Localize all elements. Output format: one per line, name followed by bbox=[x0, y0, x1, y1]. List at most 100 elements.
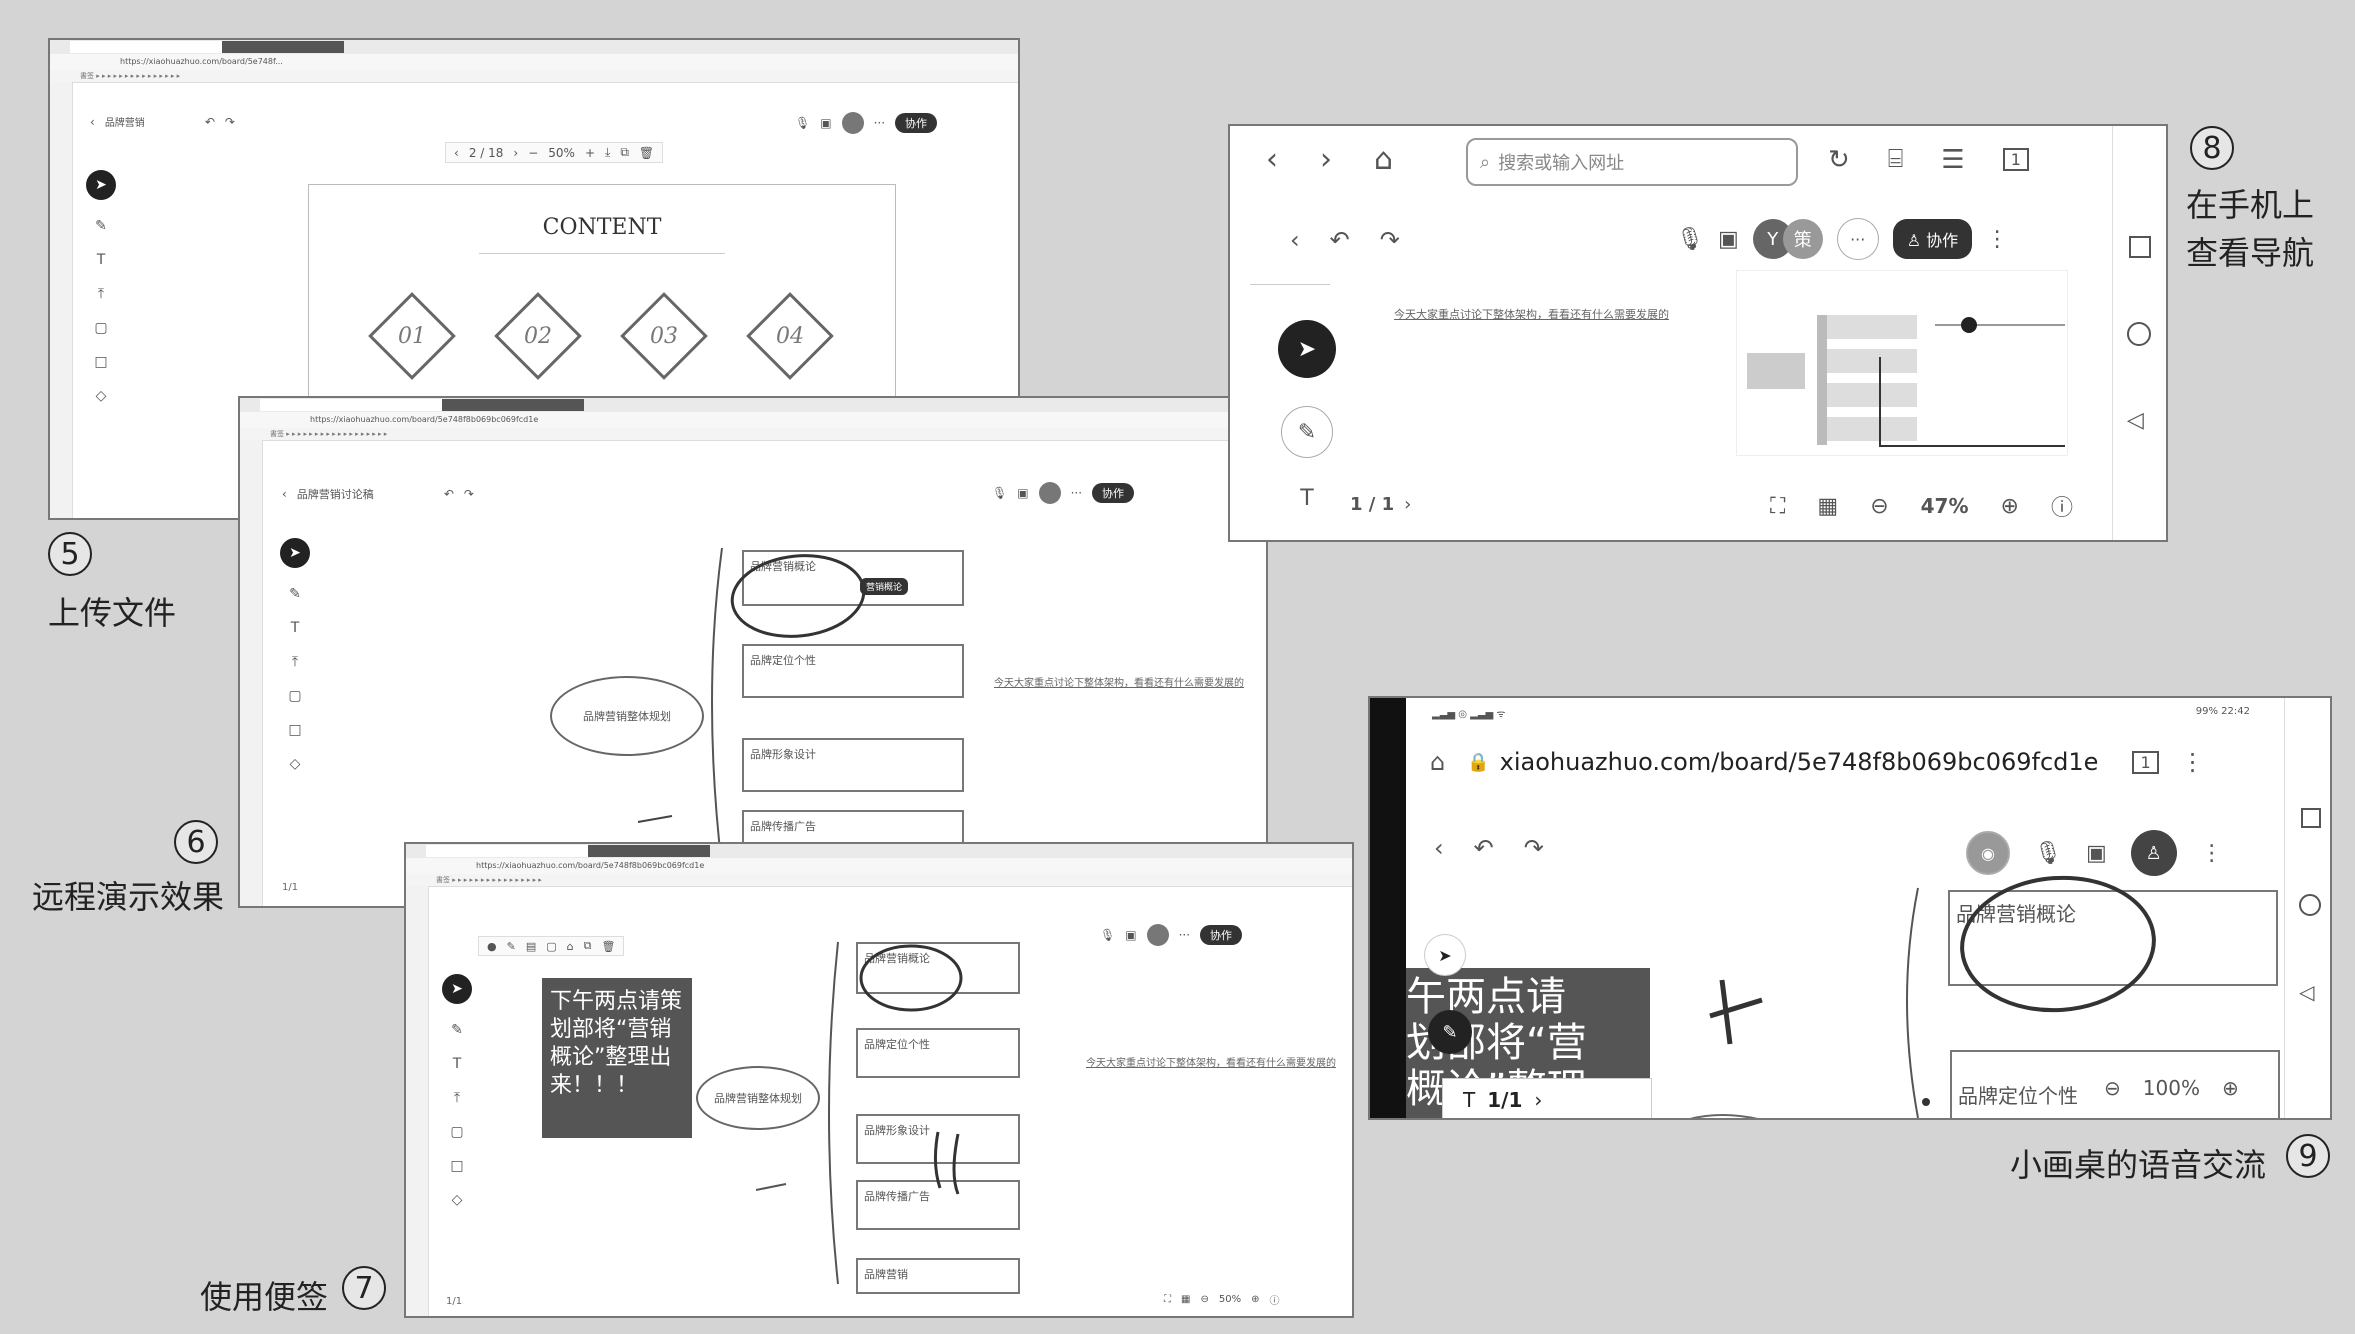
present-icon[interactable]: ▣ bbox=[1718, 227, 1739, 252]
text-tool-icon[interactable]: T bbox=[1300, 486, 1313, 511]
navigation-minimap[interactable] bbox=[1736, 270, 2068, 456]
reload-icon[interactable]: ↻ bbox=[1828, 145, 1850, 175]
caption-number: 7 bbox=[342, 1266, 386, 1310]
hand-drawn-circle bbox=[1960, 875, 2156, 1013]
note-link[interactable]: 今天大家重点讨论下整体架构，看看还有什么需要发展的 bbox=[1394, 306, 1669, 322]
download-icon[interactable]: ⤓ bbox=[605, 145, 610, 160]
prev-page-icon[interactable]: ‹ bbox=[454, 146, 459, 160]
caption-9-label: 小画桌的语音交流 bbox=[2010, 1146, 2267, 1184]
bookmarks-bar: 書签 ▸ ▸ ▸ ▸ ▸ ▸ ▸ ▸ ▸ ▸ ▸ ▸ ▸ ▸ ▸ bbox=[50, 70, 1018, 83]
present-icon[interactable]: ▣ bbox=[820, 116, 831, 130]
zoom-slider-thumb[interactable] bbox=[1961, 317, 1977, 333]
shape-tool-icon[interactable]: □ bbox=[94, 354, 107, 370]
collaborate-button[interactable]: ♙ 协作 bbox=[1892, 219, 1973, 259]
recent-apps-icon[interactable] bbox=[2129, 236, 2151, 258]
home-icon[interactable]: ⌂ bbox=[1374, 142, 1393, 177]
undo-icon[interactable]: ↶ bbox=[1330, 226, 1350, 254]
hand-drawn-stroke bbox=[1690, 1114, 1758, 1118]
next-page-icon[interactable]: › bbox=[1404, 494, 1411, 515]
pen-tool-icon[interactable]: ✎ bbox=[95, 218, 107, 234]
collaborate-button[interactable]: 协作 bbox=[895, 113, 938, 133]
browser-tab[interactable] bbox=[70, 41, 233, 53]
back-icon[interactable]: ‹ bbox=[1266, 142, 1278, 177]
zoom-out-icon[interactable]: − bbox=[528, 146, 538, 160]
more-icon[interactable]: ··· bbox=[874, 116, 885, 130]
help-icon[interactable]: ⓘ bbox=[1269, 1292, 1279, 1307]
undo-icon[interactable]: ↶ bbox=[205, 115, 215, 129]
zoom-slider-track[interactable] bbox=[1935, 324, 2065, 326]
copy-icon[interactable]: ⧉ bbox=[620, 145, 629, 160]
zoom-in-icon[interactable]: ⊕ bbox=[2001, 494, 2019, 519]
mindmap-drawing-layer bbox=[755, 941, 963, 1285]
help-icon[interactable]: ⓘ bbox=[2051, 490, 2073, 522]
eraser-tool-icon[interactable]: ◇ bbox=[96, 388, 107, 404]
caption-7: 7 bbox=[342, 1266, 386, 1310]
fullscreen-icon[interactable]: ⛶ bbox=[1770, 494, 1785, 519]
address-bar[interactable]: https://xiaohuazhuo.com/board/5e748f... bbox=[50, 54, 1018, 71]
home-button-icon[interactable] bbox=[2127, 322, 2151, 346]
caption-8-line2: 查看导航 bbox=[2186, 234, 2315, 272]
more-icon[interactable]: ··· bbox=[1836, 218, 1879, 260]
zoom-in-icon[interactable]: + bbox=[585, 146, 595, 160]
back-icon[interactable]: ‹ bbox=[1290, 226, 1300, 254]
android-nav-bar: ◁ bbox=[2284, 698, 2330, 1118]
zoom-controls: ⛶ ▦ ⊖ 50% ⊕ ⓘ bbox=[1164, 1292, 1279, 1307]
avatar-ce: 策 bbox=[1782, 219, 1823, 259]
bullet-dot bbox=[1922, 1098, 1930, 1106]
search-bar[interactable]: ⌕ 搜索或输入网址 bbox=[1466, 138, 1798, 186]
text-tool-icon[interactable]: T bbox=[97, 252, 106, 268]
back-icon[interactable]: ‹ bbox=[90, 115, 95, 129]
select-tool-icon[interactable]: ➤ bbox=[86, 170, 116, 200]
toolbox-icon[interactable]: ⌸ bbox=[1888, 144, 1904, 175]
zoom-out-icon[interactable]: ⊖ bbox=[1870, 494, 1888, 519]
minimap-block bbox=[1827, 417, 1917, 441]
mic-icon[interactable]: 🎙 bbox=[1676, 227, 1704, 252]
search-icon: ⌕ bbox=[1480, 151, 1491, 173]
back-button-icon[interactable]: ◁ bbox=[2299, 980, 2314, 1004]
mindmap-bracket bbox=[711, 547, 723, 869]
tab-count[interactable]: 1 bbox=[2002, 148, 2029, 171]
hand-drawn-circle bbox=[859, 944, 963, 1012]
fullscreen-icon[interactable]: ⛶ bbox=[1164, 1294, 1171, 1305]
drawing-layer bbox=[1690, 875, 2156, 1118]
delete-icon[interactable]: 🗑 bbox=[639, 146, 654, 160]
redo-icon[interactable]: ↷ bbox=[1380, 226, 1400, 254]
next-page-icon[interactable]: › bbox=[513, 146, 518, 160]
menu-icon[interactable]: ☰ bbox=[1941, 145, 1964, 175]
browser-tab-active[interactable] bbox=[222, 41, 344, 53]
page-counter: 1 / 1 bbox=[1350, 494, 1395, 515]
slide-title: CONTENT bbox=[542, 215, 662, 240]
browser-tab-strip bbox=[50, 40, 1018, 55]
back-button-icon[interactable]: ◁ bbox=[2127, 408, 2144, 433]
caption-5-label: 上传文件 bbox=[48, 594, 177, 632]
redo-icon[interactable]: ↷ bbox=[225, 115, 235, 129]
minimap-block bbox=[1827, 383, 1917, 407]
upload-tool-icon[interactable]: ⤒ bbox=[98, 286, 104, 302]
forward-icon[interactable]: › bbox=[1320, 142, 1332, 177]
android-nav-bar: ◁ bbox=[2112, 126, 2166, 540]
pen-tool-icon[interactable]: ✎ bbox=[1281, 406, 1333, 458]
overflow-icon[interactable]: ⋮ bbox=[1986, 227, 2008, 252]
hand-drawn-mark bbox=[1709, 979, 1763, 1045]
minimap-block bbox=[1817, 315, 1827, 445]
minimap-block bbox=[1827, 349, 1917, 373]
mic-icon[interactable]: 🎙 bbox=[795, 116, 810, 130]
mindmap-bracket bbox=[828, 941, 839, 1285]
slide-divider bbox=[479, 253, 725, 254]
hand-drawn-mark bbox=[933, 1131, 960, 1195]
map-icon[interactable]: ▦ bbox=[1181, 1294, 1190, 1305]
recent-apps-icon[interactable] bbox=[2301, 808, 2321, 828]
zoom-level: 50% bbox=[1218, 1294, 1242, 1305]
tool-palette: ➤ ✎ T ⤒ ▢ □ ◇ bbox=[86, 170, 116, 404]
zoom-in-icon[interactable]: ⊕ bbox=[1251, 1294, 1259, 1305]
zoom-out-icon[interactable]: ⊖ bbox=[1200, 1294, 1208, 1305]
select-tool-icon[interactable]: ➤ bbox=[1278, 320, 1336, 378]
note-tool-icon[interactable]: ▢ bbox=[94, 320, 107, 336]
mobile-browser-nav: ‹ › ⌂ bbox=[1266, 142, 1393, 177]
diamond-02: 02 bbox=[494, 292, 582, 380]
map-icon[interactable]: ▦ bbox=[1817, 494, 1838, 519]
caption-number: 9 bbox=[2286, 1134, 2330, 1178]
tool-palette: ➤ ✎ T bbox=[1278, 320, 1336, 511]
caption-9: 9 bbox=[2286, 1134, 2330, 1178]
home-button-icon[interactable] bbox=[2299, 894, 2321, 916]
